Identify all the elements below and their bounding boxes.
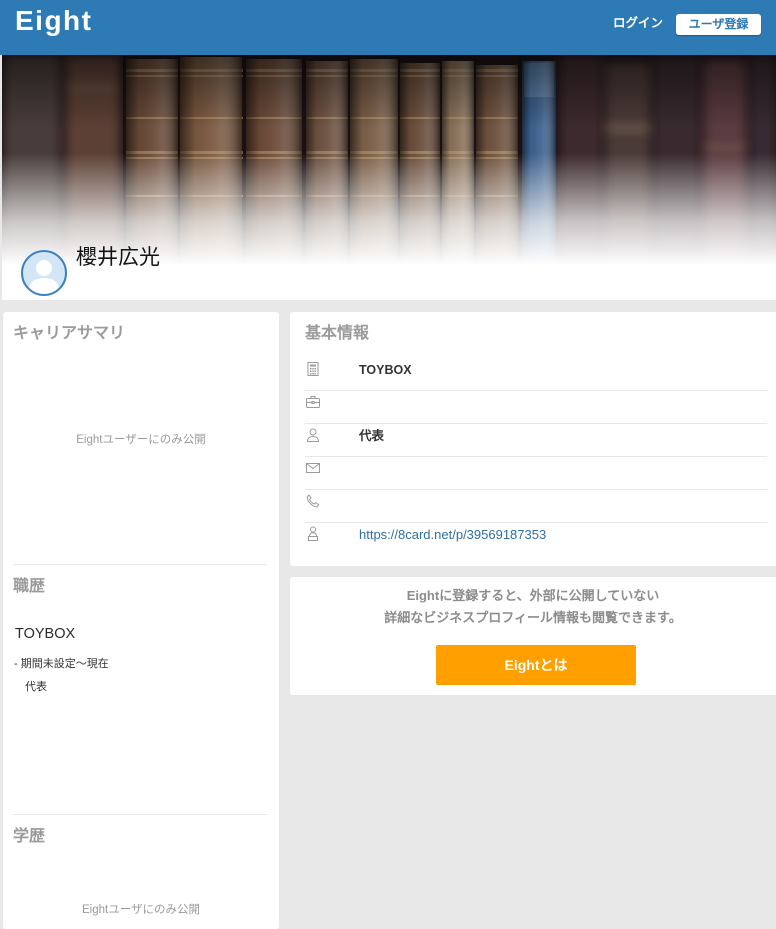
briefcase-icon xyxy=(305,394,321,410)
career-summary-heading: キャリアサマリ xyxy=(13,325,126,342)
info-row-phone xyxy=(305,490,767,523)
eight-logo[interactable]: Eight xyxy=(15,4,93,38)
default-user-avatar-icon xyxy=(28,260,60,294)
mail-icon xyxy=(305,460,321,476)
person-icon xyxy=(305,427,321,443)
phone-icon xyxy=(305,493,321,509)
divider xyxy=(13,814,267,815)
info-title-value: 代表 xyxy=(359,429,385,443)
education-heading: 学歴 xyxy=(13,828,46,845)
profile-cover: 櫻井広光 xyxy=(2,55,776,300)
divider xyxy=(13,564,267,565)
promo-text-line-2: 詳細なビジネスプロフィール情報も閲覧できます。 xyxy=(384,610,682,625)
info-company-value: TOYBOX xyxy=(359,363,412,377)
top-nav-bar: Eight ログイン ユーザ登録 xyxy=(0,0,776,55)
basic-info-list: TOYBOX 代表 https://8card.net/p/3956918735… xyxy=(305,358,767,556)
career-summary-notice: Eightユーザーにのみ公開 xyxy=(76,434,206,446)
avatar xyxy=(21,250,67,296)
info-row-department xyxy=(305,391,767,424)
login-link[interactable]: ログイン xyxy=(613,15,663,31)
profile-name: 櫻井広光 xyxy=(76,246,160,269)
signup-promo-card: Eightに登録すると、外部に公開していない 詳細なビジネスプロフィール情報も閲… xyxy=(290,577,776,695)
work-history-heading: 職歴 xyxy=(13,578,46,595)
basic-info-card: 基本情報 TOYBOX 代表 https://8card.net/p/39569… xyxy=(290,312,776,566)
info-row-mail xyxy=(305,457,767,490)
education-notice: Eightユーザにのみ公開 xyxy=(82,904,200,916)
signup-button[interactable]: ユーザ登録 xyxy=(676,14,761,35)
career-card: キャリアサマリ Eightユーザーにのみ公開 職歴 TOYBOX - 期間未設定… xyxy=(3,312,279,929)
profile-url-icon xyxy=(305,526,321,542)
history-position: 代表 xyxy=(25,681,47,693)
about-eight-button[interactable]: Eightとは xyxy=(436,645,636,685)
info-row-company: TOYBOX xyxy=(305,358,767,391)
info-row-title: 代表 xyxy=(305,424,767,457)
history-company: TOYBOX xyxy=(15,626,76,642)
promo-text-line-1: Eightに登録すると、外部に公開していない xyxy=(406,588,660,603)
basic-info-heading: 基本情報 xyxy=(305,325,370,342)
info-row-profile-url: https://8card.net/p/39569187353 xyxy=(305,523,767,556)
profile-url-link[interactable]: https://8card.net/p/39569187353 xyxy=(359,527,546,543)
history-period: - 期間未設定〜現在 xyxy=(14,658,109,670)
building-icon xyxy=(305,361,321,377)
